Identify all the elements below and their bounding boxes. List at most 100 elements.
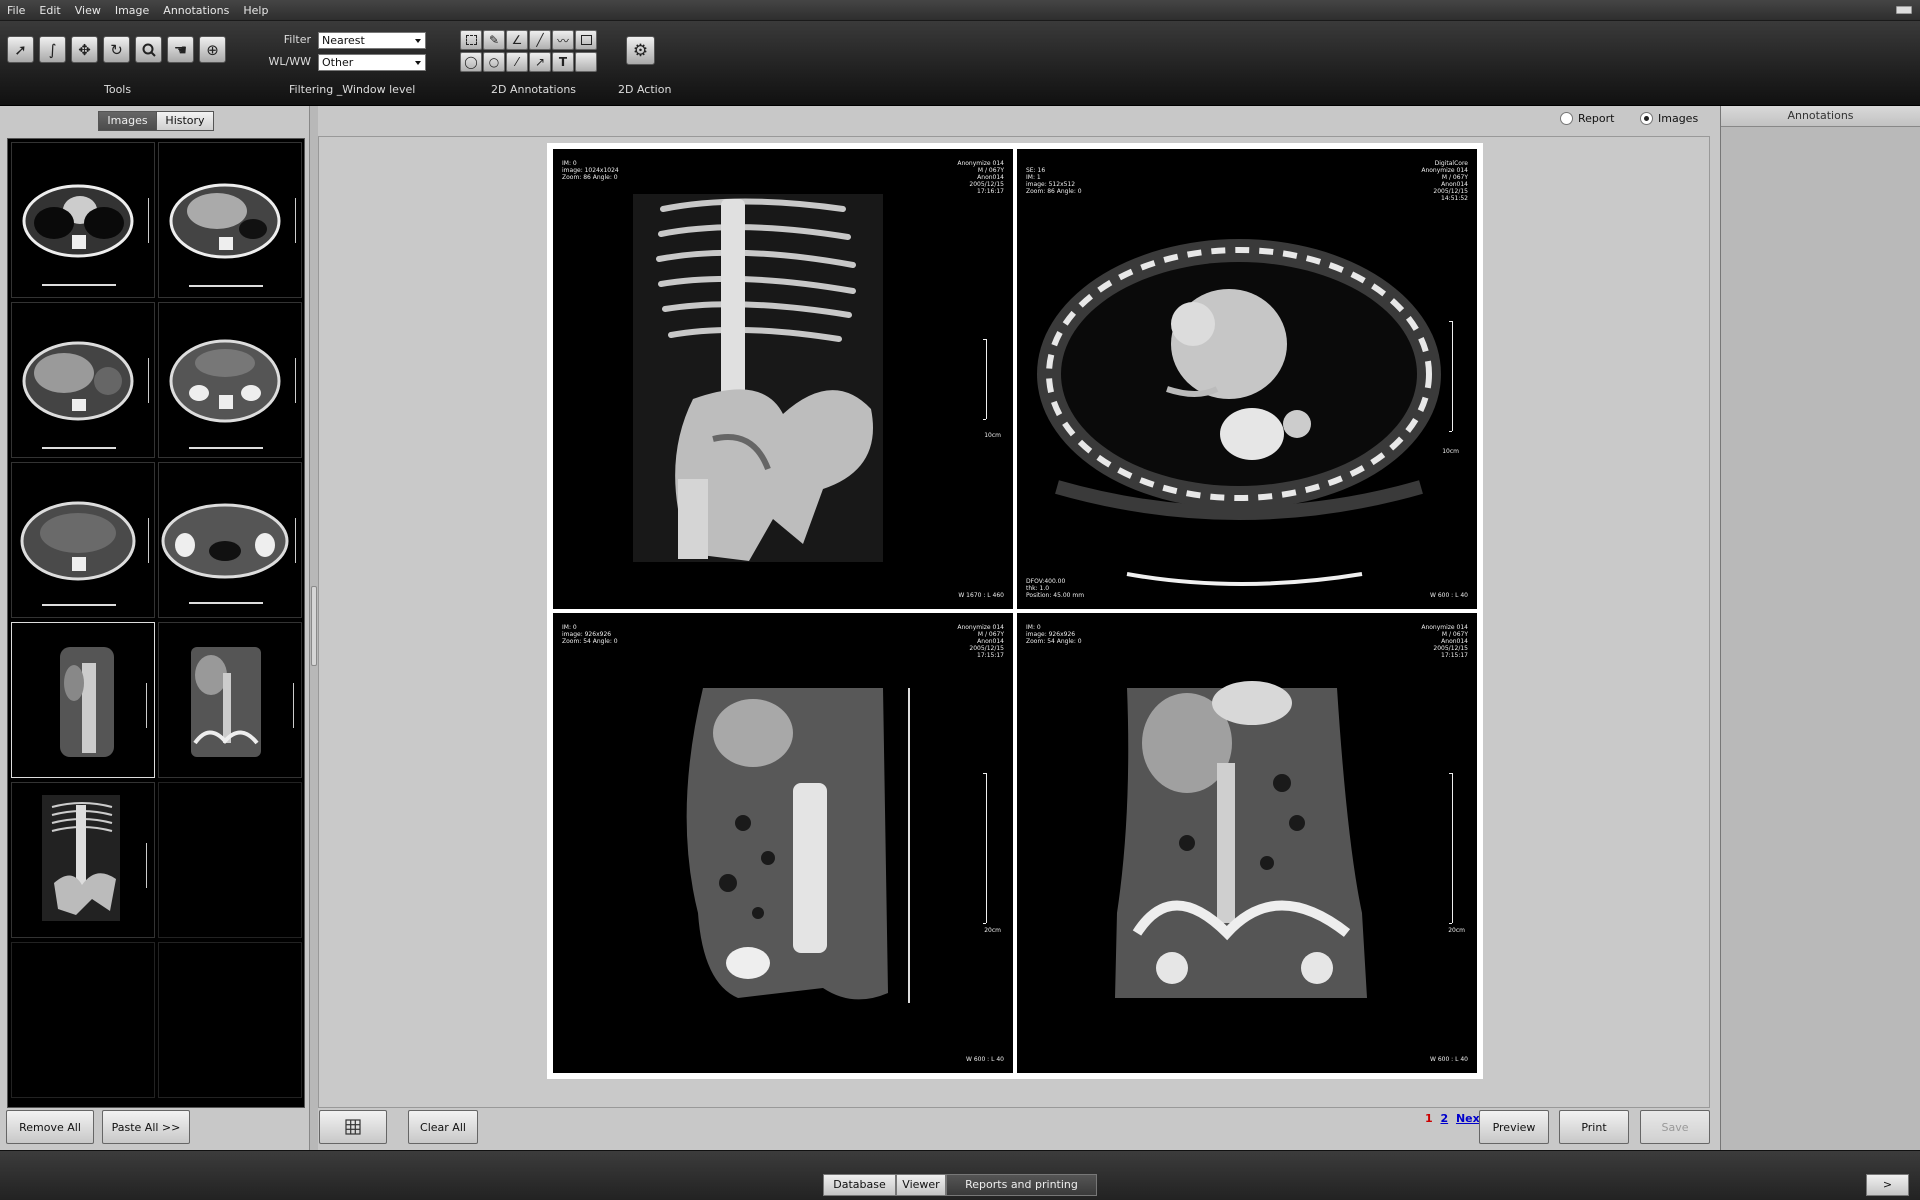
tab-images[interactable]: Images: [98, 111, 157, 131]
print-page: IM: 0 image: 1024x1024 Zoom: 86 Angle: 0…: [547, 143, 1483, 1079]
action-group-label: 2D Action: [618, 83, 672, 96]
chevron-down-icon: [415, 61, 421, 65]
axial-ct-thumbnail: [20, 501, 149, 606]
viewport-1[interactable]: IM: 0 image: 1024x1024 Zoom: 86 Angle: 0…: [553, 149, 1013, 609]
overlay-bottom-left: DFOV:400.00 thk: 1.0 Position: 45.00 mm: [1026, 578, 1085, 599]
hand-tool-button[interactable]: ☚: [167, 36, 194, 63]
thumbnail-6[interactable]: [158, 462, 302, 618]
preview-button[interactable]: Preview: [1479, 1110, 1549, 1144]
angle-icon: ∠: [511, 33, 523, 47]
pointer-tool-button[interactable]: ➚: [7, 36, 34, 63]
radio-report[interactable]: Report: [1560, 112, 1614, 125]
overlay-top-right: Anonymize 014 M / 067Y Anon014 2005/12/1…: [957, 624, 1004, 659]
sagittal-ct-thumbnail: [60, 647, 147, 757]
menu-help[interactable]: Help: [236, 0, 275, 21]
freehand-button[interactable]: ⁄: [506, 52, 528, 72]
menu-annotations[interactable]: Annotations: [156, 0, 236, 21]
tab-viewer[interactable]: Viewer: [896, 1174, 946, 1196]
overlay-window-level: W 600 : L 40: [1429, 592, 1468, 599]
crosshair-tool-button[interactable]: ⊕: [199, 36, 226, 63]
window-minimize-button[interactable]: [1896, 6, 1912, 14]
thumbnail-empty: [158, 782, 302, 938]
rotate-tool-button[interactable]: ↻: [103, 36, 130, 63]
line-button[interactable]: ╱: [529, 30, 551, 50]
pan-tool-button[interactable]: ✥: [71, 36, 98, 63]
collapse-panel-button[interactable]: >: [1866, 1174, 1909, 1196]
ellipse-button[interactable]: ○: [483, 52, 505, 72]
thumbnail-2[interactable]: [158, 142, 302, 298]
pointer-icon: ➚: [14, 40, 27, 59]
chevron-down-icon: [415, 39, 421, 43]
angle-button[interactable]: ∠: [506, 30, 528, 50]
grid-icon: [345, 1119, 361, 1135]
thumbnail-8[interactable]: [158, 622, 302, 778]
radio-images[interactable]: Images: [1640, 112, 1698, 125]
save-button[interactable]: Save: [1640, 1110, 1710, 1144]
thumbnail-empty: [11, 942, 155, 1098]
tab-database[interactable]: Database: [823, 1174, 896, 1196]
viewport-2[interactable]: SE: 16 IM: 1 image: 512x512 Zoom: 86 Ang…: [1017, 149, 1477, 609]
arrow-button[interactable]: ↗: [529, 52, 551, 72]
menu-view[interactable]: View: [68, 0, 108, 21]
radio-images-dot: [1640, 112, 1653, 125]
circle-icon: ◯: [464, 55, 478, 69]
wlww-label: WL/WW: [268, 55, 311, 68]
page-2-link[interactable]: 2: [1440, 1112, 1448, 1125]
thumbnail-9[interactable]: [11, 782, 155, 938]
tab-history[interactable]: History: [156, 111, 214, 131]
thumbnail-3[interactable]: [11, 302, 155, 458]
remove-all-button[interactable]: Remove All: [6, 1110, 94, 1144]
wlww-select[interactable]: Other: [318, 54, 426, 71]
viewport-4[interactable]: IM: 0 image: 926x926 Zoom: 54 Angle: 0 A…: [1017, 613, 1477, 1073]
rotate-icon: ↻: [110, 40, 123, 59]
polyline-button[interactable]: 〰: [552, 30, 574, 50]
annotations-group-label: 2D Annotations: [491, 83, 577, 96]
empty-annotation-button[interactable]: [575, 52, 597, 72]
paste-all-button[interactable]: Paste All >>: [102, 1110, 190, 1144]
zoom-tool-button[interactable]: [135, 36, 162, 63]
text-icon: T: [558, 55, 568, 69]
overlay-top-right: Anonymize 014 M / 067Y Anon014 2005/12/1…: [957, 160, 1004, 195]
crosshair-icon: ⊕: [206, 40, 219, 59]
axial-ct-thumbnail: [169, 339, 296, 449]
overlay-window-level: W 600 : L 40: [1429, 1056, 1468, 1063]
annotations-panel: Annotations: [1720, 106, 1920, 1150]
thumbnail-7[interactable]: [11, 622, 155, 778]
rectangle-button[interactable]: [575, 30, 597, 50]
radio-report-dot: [1560, 112, 1573, 125]
pencil-button[interactable]: ✎: [483, 30, 505, 50]
text-button[interactable]: T: [552, 52, 574, 72]
circle-button[interactable]: ◯: [460, 52, 482, 72]
panel-splitter[interactable]: [310, 106, 318, 1150]
coronal-abdomen-ct: [1115, 681, 1453, 998]
rect-select-button[interactable]: [460, 30, 482, 50]
scale-label: 10cm: [984, 432, 1001, 439]
viewport-3[interactable]: IM: 0 image: 926x926 Zoom: 54 Angle: 0 A…: [553, 613, 1013, 1073]
axial-ct-thumbnail: [22, 341, 149, 449]
clear-all-button[interactable]: Clear All: [408, 1110, 478, 1144]
print-button[interactable]: Print: [1559, 1110, 1629, 1144]
thumbnail-4[interactable]: [158, 302, 302, 458]
thumbnail-empty: [158, 942, 302, 1098]
axial-chest-ct: [1037, 239, 1453, 586]
overlay-top-right: Anonymize 014 M / 067Y Anon014 2005/12/1…: [1421, 624, 1468, 659]
thumbnail-1[interactable]: [11, 142, 155, 298]
tab-reports-printing[interactable]: Reports and printing: [946, 1174, 1097, 1196]
layout-grid-button[interactable]: [319, 1110, 387, 1144]
filter-label: Filter: [283, 33, 311, 46]
wlww-value: Other: [322, 56, 354, 69]
menu-file[interactable]: File: [0, 0, 32, 21]
gear-icon: ⚙: [632, 40, 649, 61]
filter-select[interactable]: Nearest: [318, 32, 426, 49]
toolbar: ➚ ∫ ✥ ↻ ☚ ⊕ Tools Filter Nearest WL/WW O…: [0, 21, 1920, 106]
arrow-icon: ↗: [534, 55, 546, 69]
menu-edit[interactable]: Edit: [32, 0, 67, 21]
splitter-grip[interactable]: [311, 586, 317, 666]
action-settings-button[interactable]: ⚙: [626, 36, 655, 65]
radio-images-label: Images: [1658, 112, 1699, 125]
line-icon: ╱: [536, 33, 544, 47]
tools-group-label: Tools: [104, 83, 132, 96]
window-level-tool-button[interactable]: ∫: [39, 36, 66, 63]
menu-image[interactable]: Image: [108, 0, 156, 21]
thumbnail-5[interactable]: [11, 462, 155, 618]
